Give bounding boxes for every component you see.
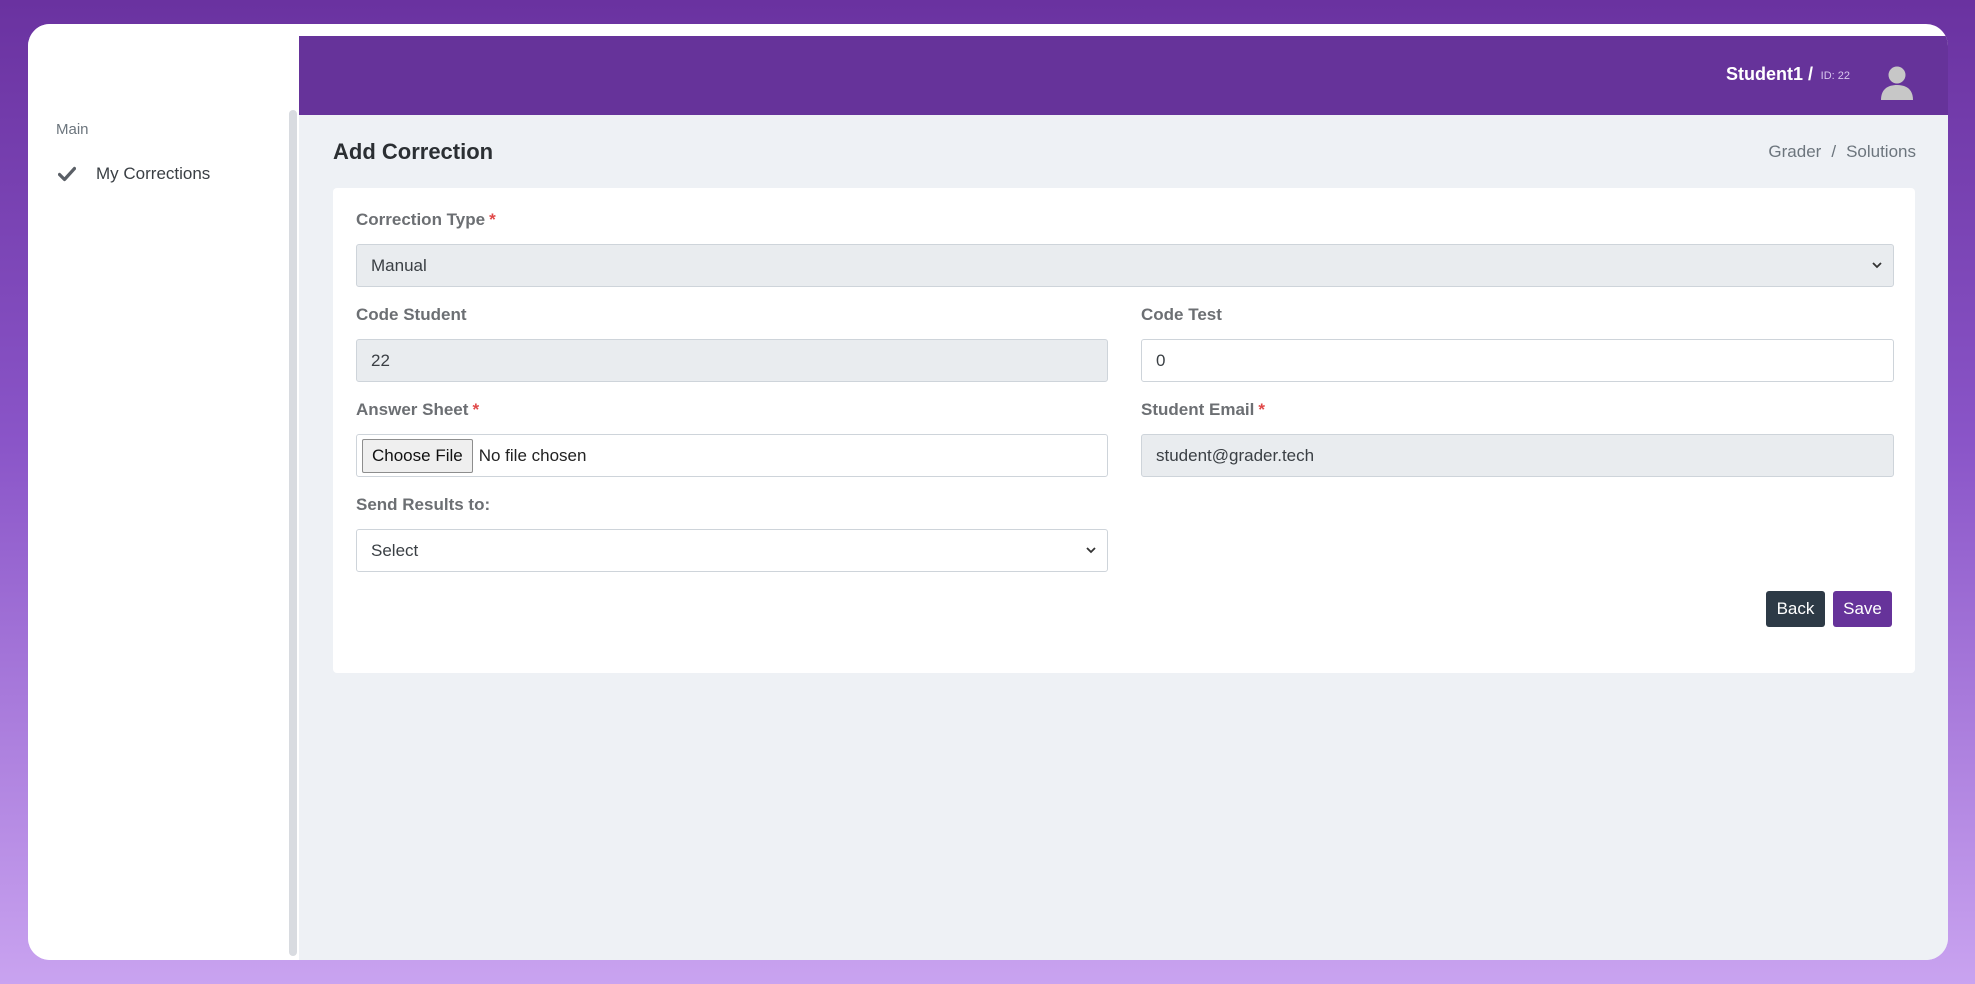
answer-sheet-file-input[interactable]: Choose File No file chosen <box>356 434 1108 477</box>
code-test-label: Code Test <box>1141 305 1222 324</box>
correction-form-card: Correction Type * Manual Code Student 22 … <box>333 188 1915 673</box>
correction-type-value: Manual <box>371 255 427 275</box>
student-email-field: student@grader.tech <box>1141 434 1894 477</box>
user-name: Student1 / <box>1725 64 1813 84</box>
chevron-down-icon <box>1086 547 1096 554</box>
choose-file-button[interactable]: Choose File <box>362 438 473 473</box>
send-results-label: Send Results to: <box>356 495 491 514</box>
send-results-select[interactable]: Select <box>356 529 1108 572</box>
correction-type-label: Correction Type * <box>356 210 496 229</box>
breadcrumb-item-solutions: Solutions <box>1846 142 1916 161</box>
breadcrumb-item-grader[interactable]: Grader <box>1768 142 1821 161</box>
required-mark: * <box>472 400 480 419</box>
sidebar-scrollbar[interactable] <box>289 110 297 956</box>
code-test-input[interactable]: 0 <box>1141 339 1894 382</box>
send-results-value: Select <box>371 540 419 560</box>
student-email-value: student@grader.tech <box>1156 445 1315 465</box>
code-student-field: 22 <box>356 339 1108 382</box>
check-icon <box>58 165 76 183</box>
required-mark: * <box>1258 400 1265 419</box>
sidebar: Main My Corrections <box>28 24 299 960</box>
correction-type-select[interactable]: Manual <box>356 244 1894 287</box>
app-window: Main My Corrections Student1 / ID: 22 Ad… <box>28 24 1948 960</box>
breadcrumb: Grader / Solutions <box>1768 142 1916 162</box>
code-student-label: Code Student <box>356 305 467 324</box>
chevron-down-icon <box>1872 262 1882 269</box>
file-status-text: No file chosen <box>478 445 587 465</box>
sidebar-item-my-corrections[interactable]: My Corrections <box>58 164 210 184</box>
save-button[interactable]: Save <box>1833 591 1892 627</box>
back-button[interactable]: Back <box>1766 591 1825 627</box>
student-email-label: Student Email * <box>1141 400 1265 419</box>
breadcrumb-separator: / <box>1831 142 1837 161</box>
required-mark: * <box>489 210 496 229</box>
main-content: Add Correction Grader / Solutions Correcti… <box>299 115 1948 960</box>
user-avatar-icon[interactable] <box>1878 63 1916 101</box>
answer-sheet-label: Answer Sheet * <box>356 400 480 419</box>
sidebar-section-title: Main <box>56 121 89 138</box>
top-bar: Student1 / ID: 22 <box>299 36 1948 115</box>
sidebar-item-label: My Corrections <box>96 164 211 183</box>
page-title: Add Correction <box>333 139 494 164</box>
code-test-value: 0 <box>1156 350 1166 370</box>
user-id: ID: 22 <box>1820 70 1850 82</box>
code-student-value: 22 <box>371 350 390 370</box>
